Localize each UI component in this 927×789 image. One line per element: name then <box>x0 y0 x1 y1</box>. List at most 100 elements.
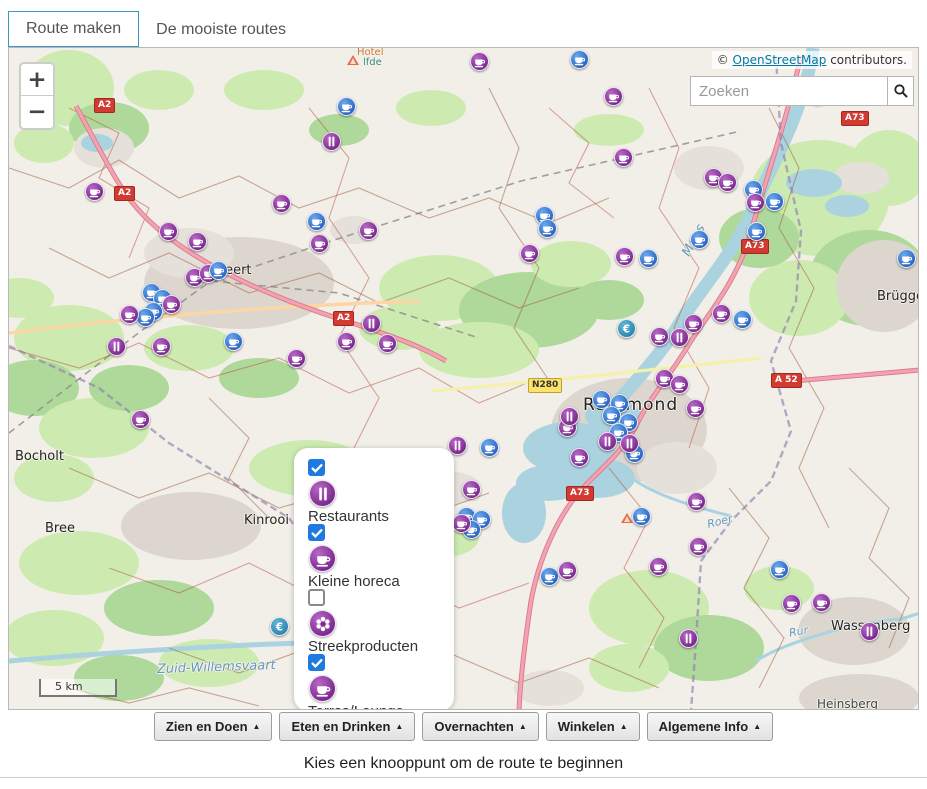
horeca-marker[interactable] <box>337 332 356 351</box>
search-box <box>690 76 914 106</box>
openstreetmap-link[interactable]: OpenStreetMap <box>733 53 827 67</box>
blue-poi-marker[interactable] <box>570 50 589 69</box>
tab-de-mooiste-routes[interactable]: De mooiste routes <box>139 13 303 47</box>
filter-item-streekproducten: Streekproducten <box>308 589 440 651</box>
horeca-marker[interactable] <box>452 514 471 533</box>
blue-poi-marker[interactable] <box>540 567 559 586</box>
caret-up-icon: ▲ <box>620 722 628 731</box>
horeca-marker[interactable] <box>131 410 150 429</box>
blue-poi-marker[interactable] <box>538 219 557 238</box>
zoom-control: + − <box>19 62 55 130</box>
horeca-marker[interactable] <box>470 52 489 71</box>
horeca-marker[interactable] <box>670 375 689 394</box>
map-decor <box>9 48 919 710</box>
horeca-marker[interactable] <box>686 399 705 418</box>
search-input[interactable] <box>690 76 888 106</box>
blue-poi-marker[interactable] <box>897 249 916 268</box>
filter-checkbox-kleine-horeca[interactable] <box>308 524 325 541</box>
blue-poi-marker[interactable] <box>209 261 228 280</box>
horeca-marker[interactable] <box>188 232 207 251</box>
euro-poi-marker[interactable]: € <box>270 617 289 636</box>
restaurant-marker[interactable] <box>107 337 126 356</box>
cup-icon <box>309 675 336 702</box>
horeca-marker[interactable] <box>615 247 634 266</box>
menu-button-algemene-info[interactable]: Algemene Info▲ <box>647 712 774 741</box>
horeca-marker[interactable] <box>718 173 737 192</box>
restaurant-marker[interactable] <box>560 407 579 426</box>
filter-checkbox-restaurants[interactable] <box>308 459 325 476</box>
horeca-marker[interactable] <box>520 244 539 263</box>
horeca-marker[interactable] <box>159 222 178 241</box>
menu-button-eten-en-drinken[interactable]: Eten en Drinken▲ <box>279 712 415 741</box>
attribution-copyright: © <box>717 53 733 67</box>
restaurant-marker[interactable] <box>860 622 879 641</box>
page: { "tabs": { "route_maken": "Route maken"… <box>0 0 927 789</box>
filter-item-kleine-horeca: Kleine horeca <box>308 524 440 586</box>
horeca-marker[interactable] <box>684 314 703 333</box>
horeca-marker[interactable] <box>272 194 291 213</box>
tab-route-maken[interactable]: Route maken <box>8 11 139 47</box>
horeca-marker[interactable] <box>570 448 589 467</box>
euro-poi-marker[interactable]: € <box>617 319 636 338</box>
zoom-in-button[interactable]: + <box>21 64 53 96</box>
bottom-menu: Zien en Doen▲Eten en Drinken▲Overnachten… <box>0 712 927 741</box>
blue-poi-marker[interactable] <box>747 222 766 241</box>
filter-checkbox-terras-lounge[interactable] <box>308 654 325 671</box>
horeca-marker[interactable] <box>746 193 765 212</box>
blue-poi-marker[interactable] <box>307 212 326 231</box>
horeca-marker[interactable] <box>689 537 708 556</box>
filter-label-kleine-horeca: Kleine horeca <box>308 573 440 590</box>
filter-label-streekproducten: Streekproducten <box>308 638 440 655</box>
horeca-marker[interactable] <box>558 561 577 580</box>
blue-poi-marker[interactable] <box>337 97 356 116</box>
menu-button-zien-en-doen[interactable]: Zien en Doen▲ <box>154 712 273 741</box>
horeca-marker[interactable] <box>85 182 104 201</box>
horeca-marker[interactable] <box>687 492 706 511</box>
horeca-marker[interactable] <box>604 87 623 106</box>
blue-poi-marker[interactable] <box>602 406 621 425</box>
horeca-marker[interactable] <box>650 327 669 346</box>
search-icon <box>893 83 909 99</box>
scale-bar: 5 km <box>39 679 117 697</box>
filter-item-terras-lounge: Terras/Lounge <box>308 654 440 710</box>
restaurant-marker[interactable] <box>679 629 698 648</box>
blue-poi-marker[interactable] <box>632 507 651 526</box>
horeca-marker[interactable] <box>378 334 397 353</box>
blue-poi-marker[interactable] <box>770 560 789 579</box>
fork-icon <box>309 480 336 507</box>
horeca-marker[interactable] <box>812 593 831 612</box>
horeca-marker[interactable] <box>152 337 171 356</box>
restaurant-marker[interactable] <box>322 132 341 151</box>
zoom-out-button[interactable]: − <box>21 96 53 128</box>
horeca-marker[interactable] <box>120 305 139 324</box>
blue-poi-marker[interactable] <box>639 249 658 268</box>
menu-button-winkelen[interactable]: Winkelen▲ <box>546 712 640 741</box>
caret-up-icon: ▲ <box>753 722 761 731</box>
flower-icon <box>309 610 336 637</box>
menu-button-overnachten[interactable]: Overnachten▲ <box>422 712 538 741</box>
status-bar: Kies een knooppunt om de route te beginn… <box>0 746 927 773</box>
restaurant-marker[interactable] <box>598 432 617 451</box>
horeca-marker[interactable] <box>782 594 801 613</box>
blue-poi-marker[interactable] <box>480 438 499 457</box>
horeca-marker[interactable] <box>614 148 633 167</box>
restaurant-marker[interactable] <box>620 434 639 453</box>
horeca-marker[interactable] <box>712 304 731 323</box>
filter-item-restaurants: Restaurants <box>308 459 440 521</box>
blue-poi-marker[interactable] <box>690 230 709 249</box>
horeca-marker[interactable] <box>359 221 378 240</box>
search-button[interactable] <box>888 76 914 106</box>
horeca-marker[interactable] <box>310 234 329 253</box>
blue-poi-marker[interactable] <box>224 332 243 351</box>
restaurant-marker[interactable] <box>362 314 381 333</box>
map-canvas[interactable]: BocholtBreeKinrooiWeertRoermondBrüggenWa… <box>8 47 919 710</box>
horeca-marker[interactable] <box>649 557 668 576</box>
blue-poi-marker[interactable] <box>765 192 784 211</box>
filter-checkbox-streekproducten[interactable] <box>308 589 325 606</box>
horeca-marker[interactable] <box>287 349 306 368</box>
horeca-marker[interactable] <box>162 295 181 314</box>
cup-icon <box>309 545 336 572</box>
horeca-marker[interactable] <box>462 480 481 499</box>
blue-poi-marker[interactable] <box>733 310 752 329</box>
filter-popup: RestaurantsKleine horecaStreekproductenT… <box>294 448 454 710</box>
